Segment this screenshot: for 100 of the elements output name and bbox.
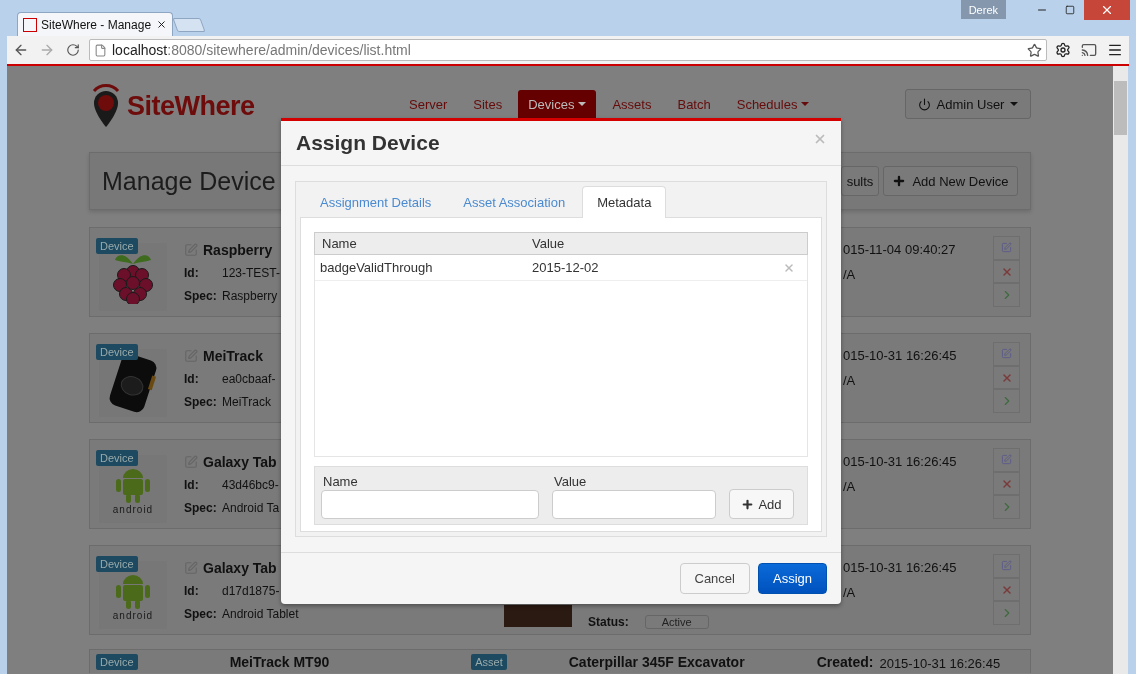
dialog-tab[interactable]: Metadata xyxy=(582,186,667,219)
add-device-button[interactable]: Add New Device xyxy=(883,166,1018,196)
page-title: Manage Device xyxy=(102,166,276,196)
page-icon xyxy=(94,43,107,57)
open-button[interactable] xyxy=(993,389,1020,413)
star-icon[interactable] xyxy=(1027,42,1042,58)
field-label: Spec: xyxy=(184,500,218,515)
caret-icon xyxy=(801,102,810,106)
profile-badge[interactable]: Derek xyxy=(960,0,1006,19)
field-value: /A xyxy=(843,478,857,496)
close-icon xyxy=(1000,583,1013,596)
delete-button[interactable] xyxy=(993,577,1020,602)
created-date: 015-10-31 16:26:45 xyxy=(843,559,958,577)
device-spec: Android Tablet xyxy=(222,606,299,621)
device-badge: Device xyxy=(96,238,138,254)
user-menu-button[interactable]: Admin User xyxy=(905,89,1031,119)
android-logo-text: android xyxy=(112,503,154,515)
add-button[interactable]: Add xyxy=(729,489,794,520)
device-id: ea0cbaaf- xyxy=(222,371,276,386)
field-label: Id: xyxy=(184,371,200,386)
created-date: 015-11-04 09:40:27 xyxy=(843,241,957,259)
created-date: 2015-10-31 16:26:45 xyxy=(879,654,1001,672)
field-label: Value xyxy=(553,474,588,490)
edit-icon xyxy=(1001,560,1012,572)
asset-badge: Asset xyxy=(471,654,507,670)
nav-tab[interactable]: Sites xyxy=(463,90,513,118)
field-label: Name xyxy=(322,474,359,490)
edit-button[interactable] xyxy=(993,342,1020,366)
field-label: Status: xyxy=(588,615,629,629)
name-input[interactable] xyxy=(321,490,539,520)
close-icon xyxy=(1000,265,1013,278)
field-label: Spec: xyxy=(184,394,218,409)
dialog-tab[interactable]: Assignment Details xyxy=(305,186,447,219)
scrollbar[interactable] xyxy=(1113,66,1128,674)
plus-icon xyxy=(892,174,907,188)
address-bar[interactable]: localhost:8080/sitewhere/admin/devices/list.html xyxy=(89,39,1047,61)
close-icon[interactable] xyxy=(156,19,167,30)
results-button[interactable]: sults xyxy=(841,166,879,196)
created-date: 015-10-31 16:26:45 xyxy=(843,347,958,365)
device-id: 43d46bc9- xyxy=(222,477,279,492)
nav-tab[interactable]: Server xyxy=(399,90,458,118)
created-date: 015-10-31 16:26:45 xyxy=(843,453,958,471)
close-icon xyxy=(783,261,795,274)
device-name: MeiTrack MT90 xyxy=(229,654,330,670)
device-id: d17d1875- xyxy=(222,583,280,598)
nav-tab[interactable]: Batch xyxy=(667,90,721,118)
site-favicon-icon xyxy=(23,17,37,32)
device-spec: Android Ta xyxy=(222,500,280,515)
maximize-icon xyxy=(1065,5,1075,15)
edit-icon xyxy=(1001,454,1012,466)
dialog-tab[interactable]: Asset Association xyxy=(448,186,581,219)
device-spec: MeiTrack xyxy=(222,394,271,409)
caret-icon xyxy=(1010,102,1019,106)
field-label: Id: xyxy=(184,477,200,492)
open-button[interactable] xyxy=(993,601,1020,625)
open-button[interactable] xyxy=(993,495,1020,519)
device-name: Galaxy Tab xyxy=(203,454,277,470)
plus-icon xyxy=(741,497,755,511)
edit-button[interactable] xyxy=(993,554,1020,578)
open-button[interactable] xyxy=(993,283,1020,307)
field-value: /A xyxy=(843,266,857,284)
close-icon xyxy=(1000,371,1013,384)
edit-icon xyxy=(1001,348,1012,360)
scrollbar-thumb[interactable] xyxy=(1114,81,1127,135)
device-badge: Device xyxy=(96,450,138,466)
dialog-title: Assign Device xyxy=(296,131,440,156)
assign-button[interactable]: Assign xyxy=(757,563,827,595)
nav-tab[interactable]: Devices xyxy=(518,90,597,118)
field-label: Created: xyxy=(816,654,874,670)
delete-button[interactable] xyxy=(993,471,1020,496)
cancel-button[interactable]: Cancel xyxy=(679,563,750,595)
device-id: 123-TEST- xyxy=(222,265,281,280)
android-logo-text: android xyxy=(112,609,154,621)
edit-button[interactable] xyxy=(993,448,1020,472)
close-button[interactable] xyxy=(1084,0,1130,20)
field-value: /A xyxy=(843,584,857,602)
delete-button[interactable] xyxy=(993,365,1020,390)
column-header: Name xyxy=(321,236,358,252)
device-badge: Device xyxy=(96,654,138,670)
device-name: Raspberry xyxy=(203,242,273,258)
field-value: /A xyxy=(843,372,857,390)
table-cell-text: 2015-12-02 xyxy=(531,260,600,276)
logo-text: SiteWhere xyxy=(127,90,255,122)
browser-tab[interactable]: SiteWhere - Manage xyxy=(17,12,173,36)
device-badge: Device xyxy=(96,556,138,572)
table-cell-text: badgeValidThrough xyxy=(319,260,434,276)
nav-tab[interactable]: Assets xyxy=(602,90,662,118)
nav-tab[interactable]: Schedules xyxy=(726,90,820,118)
status-badge: Active xyxy=(644,615,709,629)
device-name: Galaxy Tab xyxy=(203,560,277,576)
device-spec: Raspberry xyxy=(222,288,278,303)
settings-icon[interactable] xyxy=(1053,40,1073,60)
delete-button[interactable] xyxy=(993,259,1020,284)
device-name: MeiTrack xyxy=(203,348,263,364)
new-tab-button[interactable] xyxy=(172,18,206,32)
value-input[interactable] xyxy=(552,490,716,520)
column-header: Value xyxy=(531,236,566,252)
power-icon xyxy=(917,97,931,111)
edit-button[interactable] xyxy=(993,236,1020,260)
field-label: Id: xyxy=(184,265,200,280)
